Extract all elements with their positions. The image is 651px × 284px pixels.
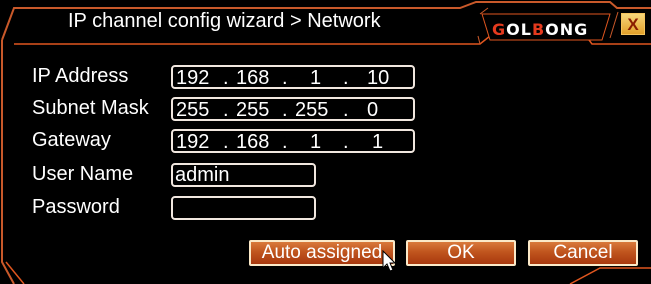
subnet-mask-field[interactable]: 255 . 255 . 255 . 0 bbox=[171, 97, 415, 121]
ip-separator: . bbox=[282, 99, 288, 121]
ip-octet-2[interactable]: 168 bbox=[236, 68, 269, 88]
user-name-label: User Name bbox=[32, 163, 134, 185]
ip-octet-1[interactable]: 192 bbox=[176, 68, 209, 88]
ip-separator: . bbox=[223, 99, 229, 121]
mask-octet-2[interactable]: 255 bbox=[236, 100, 269, 120]
ip-separator: . bbox=[282, 131, 288, 153]
mask-octet-1[interactable]: 255 bbox=[176, 100, 209, 120]
ip-address-label: IP Address bbox=[32, 65, 129, 87]
password-label: Password bbox=[32, 196, 120, 218]
subnet-mask-label: Subnet Mask bbox=[32, 97, 149, 119]
ip-octet-4[interactable]: 10 bbox=[367, 68, 389, 88]
brand-logo: GOLBONG bbox=[492, 20, 589, 39]
mouse-pointer-icon bbox=[382, 250, 397, 272]
ip-separator: . bbox=[343, 67, 349, 89]
cancel-button[interactable]: Cancel bbox=[528, 240, 638, 266]
ip-separator: . bbox=[343, 131, 349, 153]
dialog-title: IP channel config wizard > Network bbox=[68, 10, 381, 32]
close-button[interactable]: X bbox=[621, 13, 645, 35]
mask-octet-4[interactable]: 0 bbox=[367, 100, 378, 120]
ip-separator: . bbox=[223, 131, 229, 153]
user-name-input[interactable]: admin bbox=[171, 163, 316, 187]
ok-button[interactable]: OK bbox=[406, 240, 516, 266]
gateway-label: Gateway bbox=[32, 129, 111, 151]
ip-octet-3[interactable]: 1 bbox=[310, 68, 321, 88]
ip-address-field[interactable]: 192 . 168 . 1 . 10 bbox=[171, 65, 415, 89]
gateway-octet-1[interactable]: 192 bbox=[176, 132, 209, 152]
gateway-octet-4[interactable]: 1 bbox=[372, 132, 383, 152]
password-input[interactable] bbox=[171, 196, 316, 220]
auto-assigned-button[interactable]: Auto assigned bbox=[249, 240, 395, 266]
mask-octet-3[interactable]: 255 bbox=[295, 100, 328, 120]
gateway-octet-2[interactable]: 168 bbox=[236, 132, 269, 152]
ip-separator: . bbox=[223, 67, 229, 89]
gateway-field[interactable]: 192 . 168 . 1 . 1 bbox=[171, 129, 415, 153]
ip-separator: . bbox=[343, 99, 349, 121]
gateway-octet-3[interactable]: 1 bbox=[310, 132, 321, 152]
ip-separator: . bbox=[282, 67, 288, 89]
